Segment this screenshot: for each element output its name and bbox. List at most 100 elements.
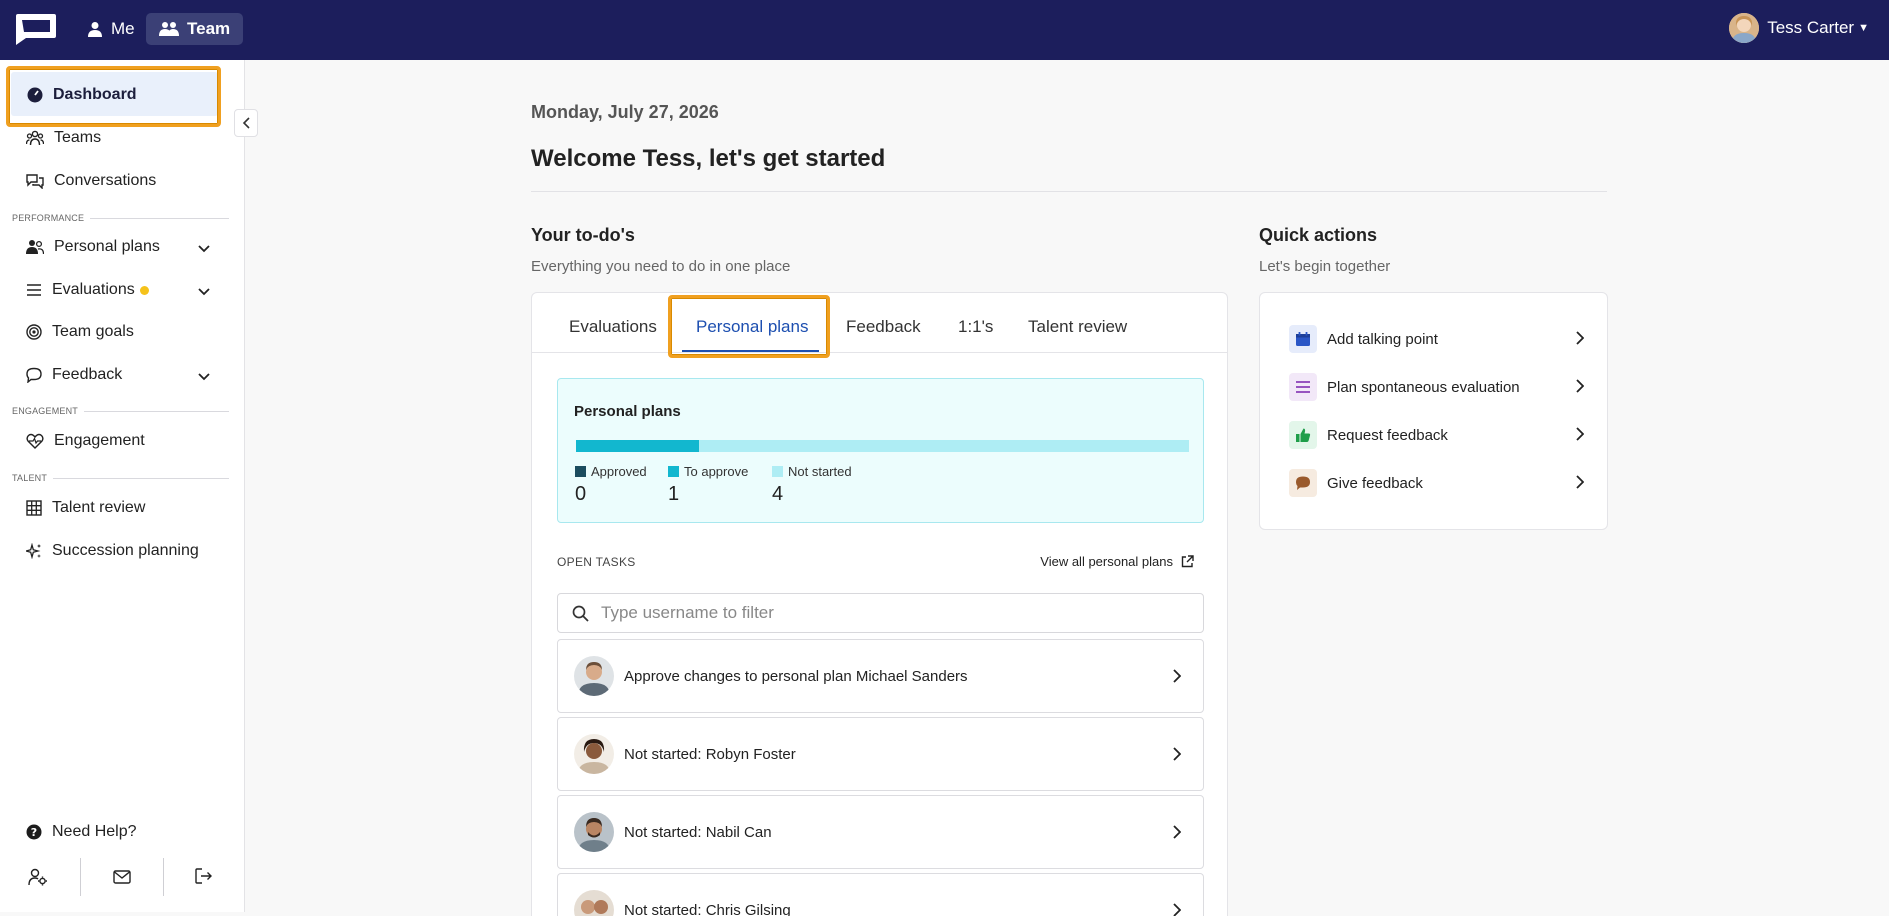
- legend-label: To approve: [684, 464, 749, 479]
- svg-text:?: ?: [31, 826, 37, 839]
- nav-me-button[interactable]: Me: [74, 13, 148, 45]
- sidebar-item-evaluations[interactable]: Evaluations: [26, 275, 149, 305]
- section-label: PERFORMANCE: [12, 213, 85, 223]
- quick-action-label: Request feedback: [1327, 426, 1448, 444]
- quick-actions-title: Quick actions: [1259, 225, 1378, 245]
- need-help-link[interactable]: ? Need Help?: [26, 817, 137, 847]
- not-started-count: 4: [772, 483, 784, 505]
- chevron-right-icon: [1173, 825, 1181, 839]
- chevron-right-icon: [1576, 475, 1584, 489]
- team-icon: [159, 22, 179, 36]
- legend-swatch: [575, 466, 586, 477]
- nav-me-label: Me: [111, 19, 135, 38]
- to-approve-count: 1: [668, 483, 680, 505]
- quick-actions-card: Add talking point Plan spontaneous evalu…: [1259, 292, 1608, 530]
- progress-bar: [576, 440, 1189, 452]
- quick-action-request-feedback[interactable]: Request feedback: [1289, 421, 1584, 449]
- chevron-down-icon[interactable]: [198, 373, 210, 381]
- sidebar-item-team-goals[interactable]: Team goals: [26, 317, 134, 347]
- sidebar-item-succession-planning[interactable]: Succession planning: [26, 536, 199, 566]
- task-row[interactable]: Not started: Nabil Can: [557, 795, 1204, 869]
- sparkle-icon: [26, 543, 41, 559]
- task-label: Not started: Robyn Foster: [624, 745, 796, 763]
- legend-swatch: [668, 466, 679, 477]
- chevron-down-icon[interactable]: [198, 288, 210, 296]
- teams-icon: [26, 130, 44, 146]
- section-label: ENGAGEMENT: [12, 406, 79, 416]
- divider: [163, 858, 164, 896]
- sidebar-item-label: Talent review: [52, 499, 146, 516]
- sidebar-item-label: Feedback: [52, 366, 123, 383]
- sidebar-item-engagement[interactable]: Engagement: [26, 426, 145, 456]
- task-row[interactable]: Not started: Chris Gilsing: [557, 873, 1204, 916]
- personal-plans-summary-title: Personal plans: [574, 403, 681, 420]
- username-filter: [557, 593, 1204, 633]
- chevron-right-icon: [1576, 331, 1584, 345]
- logout-icon[interactable]: [195, 868, 213, 884]
- divider: [531, 191, 1607, 192]
- speech-bubble-icon: [1289, 469, 1317, 497]
- personal-plans-summary: Personal plans Approved To approve Not s…: [557, 378, 1204, 523]
- task-row[interactable]: Approve changes to personal plan Michael…: [557, 639, 1204, 713]
- tab-talent-review[interactable]: Talent review: [1028, 317, 1127, 337]
- nav-team-label: Team: [187, 19, 231, 38]
- quick-action-add-talking-point[interactable]: Add talking point: [1289, 325, 1584, 353]
- quick-action-plan-spontaneous-evaluation[interactable]: Plan spontaneous evaluation: [1289, 373, 1584, 401]
- chevron-right-icon: [1173, 747, 1181, 761]
- view-all-personal-plans-link[interactable]: View all personal plans: [1040, 554, 1194, 569]
- mail-icon[interactable]: [113, 870, 131, 884]
- sidebar-item-label: Teams: [54, 129, 102, 146]
- approved-count: 0: [575, 483, 587, 505]
- tab-feedback[interactable]: Feedback: [846, 317, 921, 337]
- caret-down-icon: ▼: [1858, 22, 1869, 34]
- need-help-label: Need Help?: [52, 823, 137, 840]
- user-menu[interactable]: Tess Carter ▼: [1729, 12, 1869, 44]
- quick-action-label: Add talking point: [1327, 330, 1438, 348]
- nav-team-button[interactable]: Team: [146, 13, 244, 45]
- sidebar-item-teams[interactable]: Teams: [26, 123, 101, 153]
- search-icon: [572, 605, 589, 622]
- legend-label: Approved: [591, 464, 647, 479]
- section-label: TALENT: [12, 473, 48, 483]
- grid-icon: [26, 500, 42, 516]
- sidebar-item-label: Dashboard: [53, 86, 137, 103]
- sidebar-item-personal-plans[interactable]: Personal plans: [26, 232, 160, 262]
- section-engagement: ENGAGEMENT: [12, 406, 229, 416]
- quick-action-give-feedback[interactable]: Give feedback: [1289, 469, 1584, 497]
- open-tasks-label: OPEN TASKS: [557, 555, 636, 569]
- dashboard-icon: [27, 87, 43, 103]
- sidebar-item-talent-review[interactable]: Talent review: [26, 493, 145, 523]
- chevron-down-icon[interactable]: [198, 245, 210, 253]
- collapse-sidebar-button[interactable]: [234, 109, 258, 137]
- avatar: [574, 656, 614, 696]
- legend-swatch: [772, 466, 783, 477]
- chevron-right-icon: [1173, 903, 1181, 916]
- sidebar-item-dashboard[interactable]: Dashboard: [27, 80, 137, 110]
- tab-one-on-ones[interactable]: 1:1's: [958, 317, 993, 337]
- section-talent: TALENT: [12, 473, 229, 483]
- feedback-icon: [26, 367, 42, 383]
- legend-not-started: Not started: [772, 464, 852, 479]
- sidebar-item-conversations[interactable]: Conversations: [26, 166, 156, 196]
- app-logo-icon[interactable]: [12, 12, 58, 46]
- search-input[interactable]: [601, 603, 1161, 623]
- highlight-box: [668, 295, 830, 358]
- task-label: Not started: Nabil Can: [624, 823, 772, 841]
- sidebar-item-feedback[interactable]: Feedback: [26, 360, 122, 390]
- task-row[interactable]: Not started: Robyn Foster: [557, 717, 1204, 791]
- user-settings-icon[interactable]: [28, 868, 48, 886]
- chevron-right-icon: [1173, 669, 1181, 683]
- user-avatar: [1729, 13, 1760, 43]
- legend-approved: Approved: [575, 464, 647, 479]
- target-icon: [26, 324, 42, 340]
- thumbs-up-icon: [1289, 421, 1317, 449]
- todo-subtitle: Everything you need to do in one place: [531, 258, 791, 275]
- task-label: Not started: Chris Gilsing: [624, 901, 791, 916]
- external-link-icon: [1181, 555, 1194, 568]
- chevron-right-icon: [1576, 379, 1584, 393]
- avatar: [574, 812, 614, 852]
- tab-evaluations[interactable]: Evaluations: [569, 317, 657, 337]
- legend-to-approve: To approve: [668, 464, 748, 479]
- view-all-label: View all personal plans: [1040, 554, 1173, 569]
- current-date: Monday, July 27, 2026: [531, 102, 719, 122]
